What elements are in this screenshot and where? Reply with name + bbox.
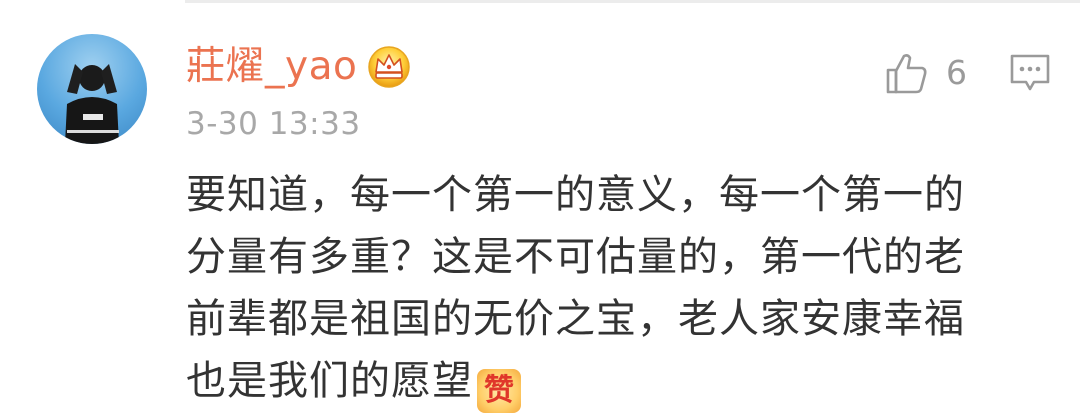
top-divider bbox=[185, 0, 1080, 3]
comment-timestamp: 3-30 13:33 bbox=[186, 106, 361, 142]
comment-line: 要知道，每一个第一的意义，每一个第一的 bbox=[186, 172, 965, 218]
comment-line-text: 也是我们的愿望 bbox=[186, 358, 473, 404]
comment-line: 前辈都是祖国的无价之宝，老人家安康幸福 bbox=[186, 296, 965, 342]
like-count: 6 bbox=[946, 53, 967, 92]
crown-icon bbox=[368, 46, 411, 88]
zan-emoji: 赞 bbox=[477, 369, 521, 413]
comment-line: 分量有多重？这是不可估量的，第一代的老 bbox=[186, 234, 965, 280]
comment-reply-icon[interactable] bbox=[1008, 52, 1052, 94]
comment-author[interactable]: 莊燿_yao bbox=[186, 40, 411, 94]
username[interactable]: 莊燿_yao bbox=[186, 40, 357, 94]
comment-body: 要知道，每一个第一的意义，每一个第一的 分量有多重？这是不可估量的，第一代的老 … bbox=[186, 164, 1046, 413]
avatar[interactable] bbox=[37, 34, 147, 144]
like-button[interactable]: 6 bbox=[884, 45, 967, 101]
thumbs-up-icon bbox=[886, 54, 927, 94]
comment-line-last: 也是我们的愿望赞 bbox=[186, 350, 1046, 413]
